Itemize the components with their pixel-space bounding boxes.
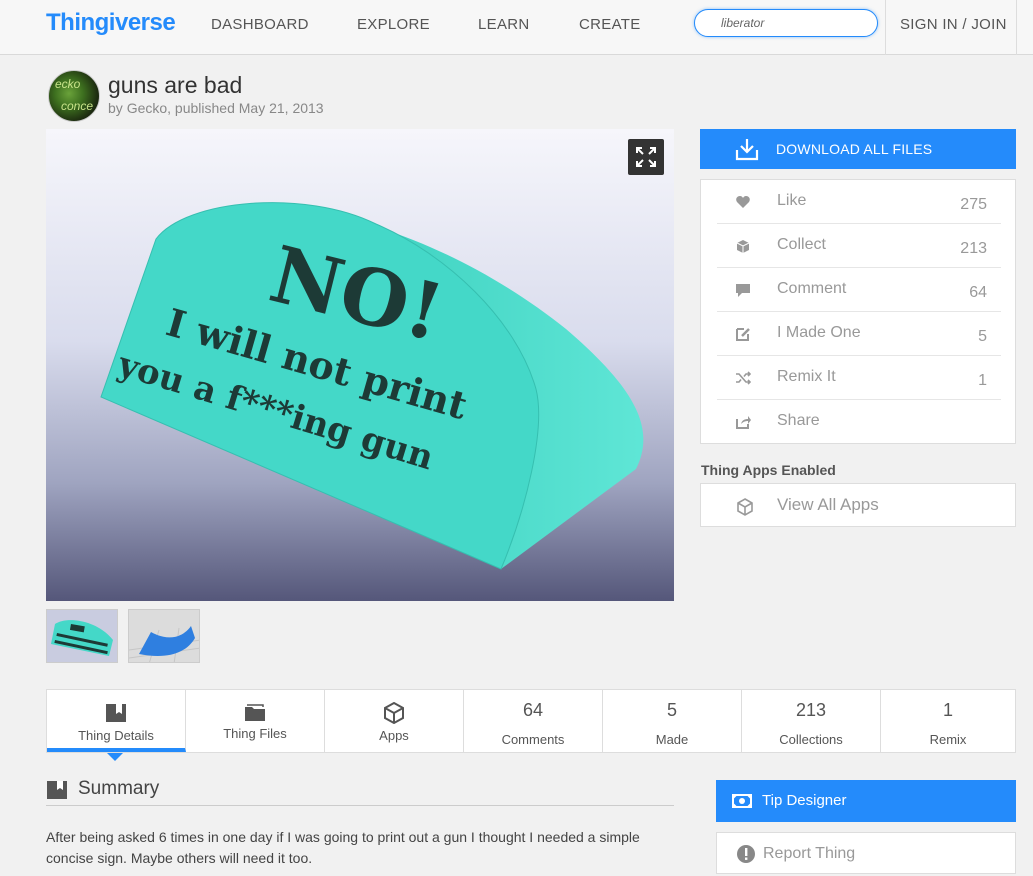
tab-made-count: 5 — [666, 700, 677, 720]
apps-cube-icon — [384, 702, 404, 724]
tab-comments-label: Comments — [501, 732, 565, 747]
tab-thing-files-label: Thing Files — [223, 726, 287, 741]
actions-panel: Like 275 Collect 213 Comment 64 I Made O… — [700, 179, 1016, 444]
summary-heading: Summary — [78, 778, 160, 799]
like-count: 275 — [960, 196, 987, 213]
collect-icon — [736, 240, 750, 253]
author-link[interactable]: Gecko — [127, 100, 167, 116]
comment-icon — [736, 284, 750, 297]
sign-render: NO! I will not print you a f***ing gun — [100, 202, 644, 570]
page-title: guns are bad — [108, 72, 243, 98]
tab-comments[interactable]: 64 Comments — [464, 690, 603, 752]
tab-apps[interactable]: Apps — [325, 690, 464, 752]
thing-tabs: Thing Details Thing Files Apps 64 Commen… — [46, 689, 1016, 753]
search-input[interactable] — [694, 9, 878, 37]
header-divider-right — [1016, 0, 1017, 55]
apps-heading: Thing Apps Enabled — [701, 462, 836, 478]
tab-collections-count: 213 — [795, 700, 827, 720]
expand-icon — [636, 147, 656, 167]
thumbnail-sign-image — [47, 610, 117, 662]
download-all-files-button[interactable]: DOWNLOAD ALL FILES — [700, 129, 1016, 169]
download-icon — [735, 139, 759, 161]
tip-designer-label: Tip Designer — [762, 792, 847, 809]
report-thing-button[interactable]: Report Thing — [716, 832, 1016, 874]
tab-remix[interactable]: 1 Remix — [881, 690, 1015, 752]
nav-learn[interactable]: LEARN — [478, 16, 530, 33]
sign-in-join-link[interactable]: SIGN IN / JOIN — [900, 16, 1007, 33]
comment-label: Comment — [777, 280, 847, 297]
money-icon — [732, 794, 752, 808]
summary-divider — [46, 805, 674, 806]
nav-create[interactable]: CREATE — [579, 16, 641, 33]
collect-label: Collect — [777, 236, 826, 253]
collect-count: 213 — [960, 240, 987, 257]
share-icon — [736, 416, 751, 429]
avatar-text-top: ecko — [55, 77, 81, 91]
share-label: Share — [777, 412, 820, 429]
main-preview-image[interactable]: NO! I will not print you a f***ing gun — [46, 129, 674, 601]
remix-label: Remix It — [777, 368, 836, 385]
folder-icon — [245, 704, 265, 721]
edit-icon — [736, 328, 750, 341]
author-avatar[interactable]: ecko conce — [48, 70, 100, 122]
fullscreen-button[interactable] — [628, 139, 664, 175]
i-made-one-label: I Made One — [777, 324, 861, 341]
i-made-one-action[interactable]: I Made One 5 — [717, 312, 1001, 356]
summary-text: After being asked 6 times in one day if … — [46, 829, 640, 866]
collect-action[interactable]: Collect 213 — [717, 224, 1001, 268]
thingiverse-logo[interactable]: Thingiverse — [46, 9, 176, 37]
summary-book-icon — [47, 781, 67, 799]
like-action[interactable]: Like 275 — [717, 180, 1001, 224]
nav-dashboard[interactable]: DASHBOARD — [211, 16, 309, 33]
comment-action[interactable]: Comment 64 — [717, 268, 1001, 312]
remix-action[interactable]: Remix It 1 — [717, 356, 1001, 400]
tab-collections[interactable]: 213 Collections — [742, 690, 881, 752]
tab-thing-details-label: Thing Details — [78, 728, 154, 743]
header-divider — [885, 0, 886, 55]
cube-icon — [737, 498, 753, 516]
tab-remix-count: 1 — [942, 700, 953, 720]
download-label: DOWNLOAD ALL FILES — [776, 141, 933, 157]
publish-date: , published May 21, 2013 — [167, 100, 324, 116]
byline-prefix: by — [108, 100, 127, 116]
avatar-text-bottom: conce — [61, 99, 94, 113]
book-icon — [106, 704, 126, 722]
tab-remix-label: Remix — [929, 732, 967, 747]
report-thing-label: Report Thing — [763, 845, 856, 862]
remix-count: 1 — [978, 372, 987, 389]
tab-comments-count: 64 — [522, 700, 544, 720]
shuffle-icon — [736, 371, 751, 385]
like-label: Like — [777, 192, 807, 209]
heart-icon — [736, 196, 750, 208]
tab-thing-details[interactable]: Thing Details — [47, 690, 186, 752]
tab-made[interactable]: 5 Made — [603, 690, 742, 752]
tip-designer-button[interactable]: Tip Designer — [716, 780, 1016, 822]
view-all-apps-button[interactable]: View All Apps — [700, 483, 1016, 527]
warning-icon — [737, 845, 755, 863]
thumbnail-model-image — [129, 610, 199, 662]
thumbnail-model[interactable] — [128, 609, 200, 663]
tab-thing-files[interactable]: Thing Files — [186, 690, 325, 752]
active-tab-pointer — [107, 753, 123, 761]
i-made-one-count: 5 — [978, 328, 987, 345]
thumbnail-sign[interactable] — [46, 609, 118, 663]
nav-explore[interactable]: EXPLORE — [357, 16, 430, 33]
tab-made-label: Made — [655, 732, 689, 747]
comment-count: 64 — [969, 284, 987, 301]
tab-collections-label: Collections — [779, 732, 843, 747]
top-navigation-bar: Thingiverse DASHBOARD EXPLORE LEARN CREA… — [0, 0, 1033, 55]
share-action[interactable]: Share — [717, 400, 1001, 444]
byline: by Gecko, published May 21, 2013 — [108, 100, 324, 116]
view-all-apps-label: View All Apps — [777, 495, 879, 514]
tab-apps-label: Apps — [379, 728, 409, 743]
